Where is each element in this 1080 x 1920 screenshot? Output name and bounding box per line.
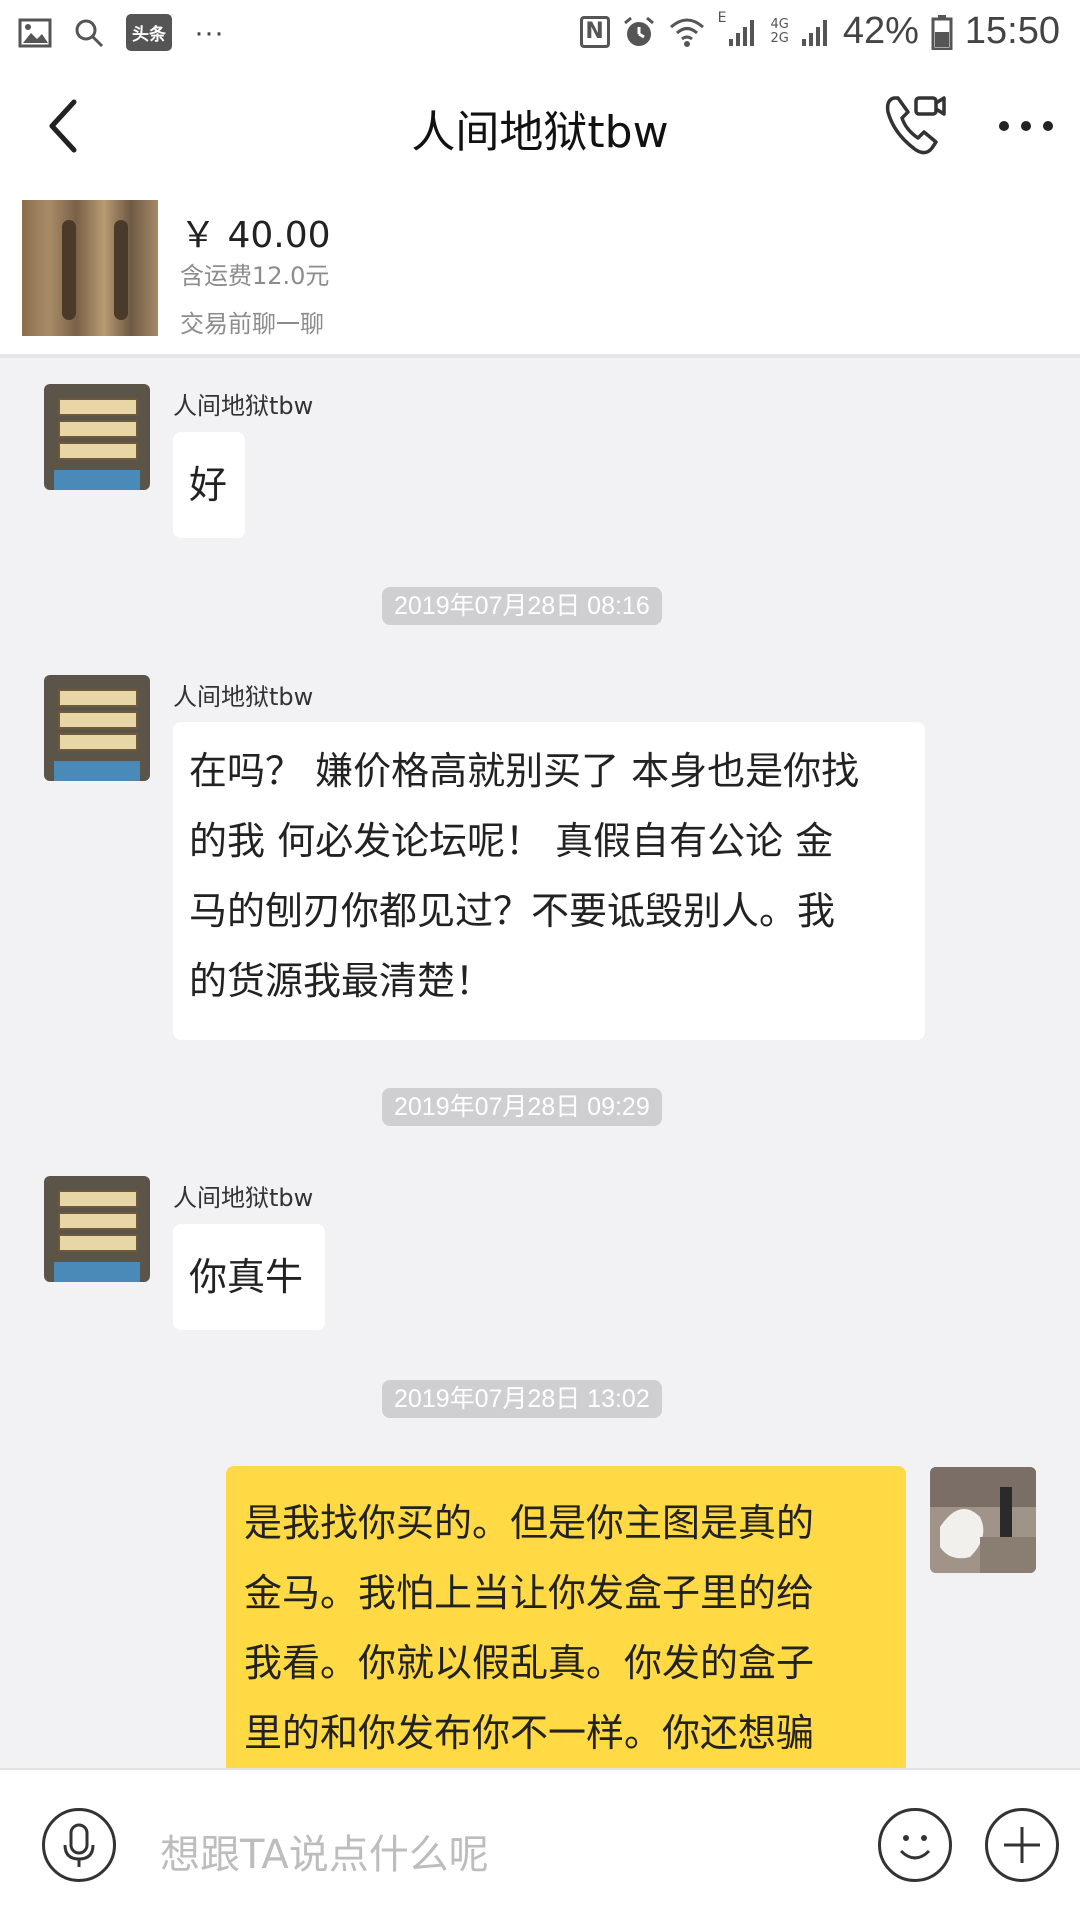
plus-icon bbox=[1004, 1827, 1040, 1863]
seller-avatar[interactable] bbox=[44, 1176, 150, 1282]
product-image[interactable] bbox=[22, 200, 158, 336]
search-icon bbox=[75, 19, 104, 47]
phone-video-call-icon[interactable] bbox=[880, 90, 950, 160]
microphone-icon bbox=[63, 1823, 95, 1867]
emoji-button[interactable] bbox=[878, 1808, 952, 1882]
seller-avatar[interactable] bbox=[44, 384, 150, 490]
add-attachment-button[interactable] bbox=[985, 1808, 1059, 1882]
clock-time: 15:50 bbox=[964, 10, 1060, 52]
more-options-icon[interactable] bbox=[996, 106, 1056, 146]
my-avatar[interactable] bbox=[930, 1467, 1036, 1573]
sender-name: 人间地狱tbw bbox=[173, 392, 314, 420]
network-e-label: E bbox=[717, 10, 727, 26]
smiley-icon bbox=[899, 1835, 931, 1860]
network-type-label: 4G 2G bbox=[770, 16, 789, 46]
signal-icon-2 bbox=[801, 19, 827, 46]
shipping-fee: 含运费12.0元 bbox=[180, 262, 330, 290]
sender-name: 人间地狱tbw bbox=[173, 683, 314, 711]
seller-avatar[interactable] bbox=[44, 675, 150, 781]
message-timestamp: 2019年07月28日 08:16 bbox=[382, 587, 662, 625]
message-bubble[interactable]: 在吗？ 嫌价格高就别买了 本身也是你找 的我 何必发论坛呢！ 真假自有公论 金 … bbox=[173, 722, 925, 1040]
my-message-bubble[interactable]: 是我找你买的。但是你主图是真的 金马。我怕上当让你发盒子里的给 我看。你就以假乱… bbox=[226, 1466, 906, 1786]
message-timestamp: 2019年07月28日 09:29 bbox=[382, 1088, 662, 1126]
product-image-detail bbox=[114, 220, 128, 320]
voice-input-button[interactable] bbox=[42, 1808, 116, 1882]
more-notifications-icon: ··· bbox=[194, 15, 224, 49]
sender-name: 人间地狱tbw bbox=[173, 1184, 314, 1212]
nfc-icon: N bbox=[579, 15, 610, 48]
signal-icon bbox=[729, 19, 755, 46]
chat-hint: 交易前聊一聊 bbox=[180, 310, 324, 338]
battery-icon bbox=[931, 14, 953, 50]
message-bubble[interactable]: 好 bbox=[173, 432, 245, 538]
my-avatar-image bbox=[930, 1467, 1036, 1573]
product-price: ￥ 40.00 bbox=[180, 215, 331, 256]
message-bubble[interactable]: 你真牛 bbox=[173, 1224, 325, 1330]
battery-percent: 42% bbox=[842, 10, 919, 52]
product-card[interactable]: ￥ 40.00 含运费12.0元 交易前聊一聊 bbox=[0, 188, 1080, 358]
toutiao-app-icon: 头条 bbox=[126, 14, 172, 51]
gallery-icon bbox=[18, 18, 52, 47]
chat-header: 人间地狱tbw bbox=[0, 66, 1080, 188]
message-input[interactable]: 想跟TA说点什么呢 bbox=[160, 1822, 489, 1880]
alarm-icon bbox=[623, 16, 654, 46]
status-bar: 头条 ··· N E 4G 2G 42% 15:50 bbox=[0, 0, 1080, 66]
message-input-bar: 想跟TA说点什么呢 bbox=[0, 1768, 1080, 1920]
product-image-detail bbox=[62, 220, 76, 320]
wifi-icon bbox=[669, 18, 704, 47]
message-timestamp: 2019年07月28日 13:02 bbox=[382, 1380, 662, 1418]
